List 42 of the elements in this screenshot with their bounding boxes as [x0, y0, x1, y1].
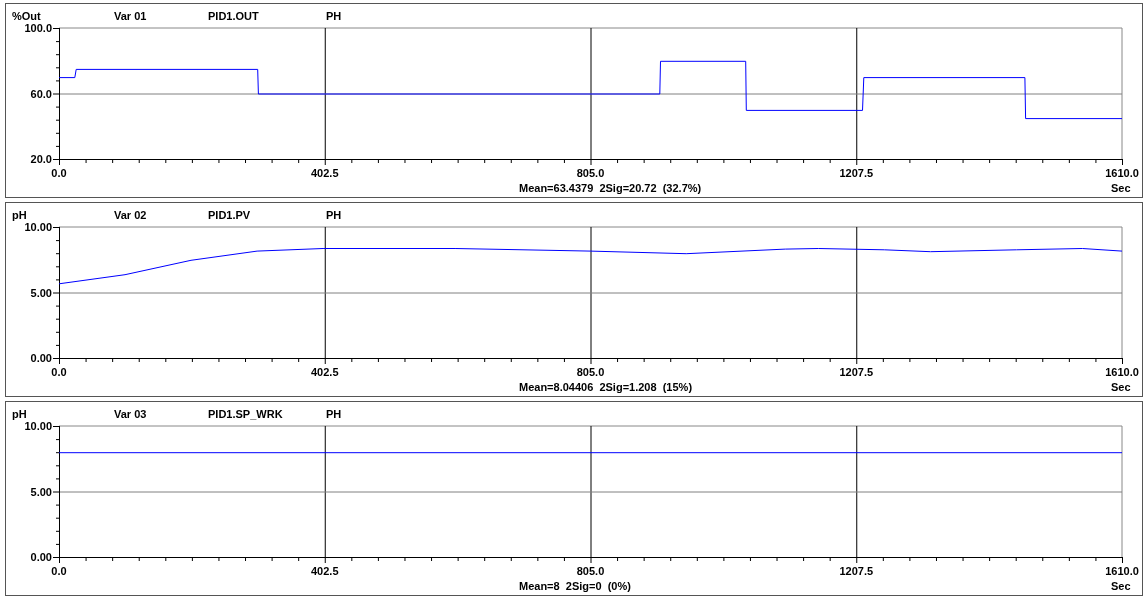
tick-label: 5.00: [30, 286, 52, 299]
tick-label: 402.5: [311, 565, 339, 577]
engineering-unit: PH: [326, 407, 342, 422]
tick-label: 0.00: [30, 551, 52, 563]
tick-label: 0.0: [51, 167, 67, 179]
tick-label: 805.0: [576, 167, 605, 179]
axis-unit: pH: [12, 407, 27, 422]
tick-label: 1610.0: [1105, 565, 1139, 577]
variable-label: Var 01: [114, 9, 147, 24]
tick-label: 60.0: [30, 87, 52, 100]
tick-label: 5.00: [30, 485, 52, 498]
axis-title: Sec: [1111, 380, 1131, 395]
engineering-unit: PH: [326, 208, 342, 223]
tag-name: PID1.SP_WRK: [208, 407, 283, 422]
tick-label: 0.0: [51, 366, 67, 378]
tick-label: 402.5: [311, 366, 339, 378]
variable-label: Var 03: [114, 407, 147, 422]
tick-label: 1610.0: [1105, 366, 1139, 378]
axis-unit: pH: [12, 208, 27, 223]
tick-label: 1610.0: [1105, 167, 1139, 179]
tick-label: 0.0: [51, 565, 67, 577]
statistics-text: Mean=8 2Sig=0 (0%): [519, 579, 631, 594]
tag-name: PID1.OUT: [208, 9, 259, 24]
tick-label: 1207.5: [839, 167, 874, 179]
tick-label: 1207.5: [839, 366, 874, 378]
variable-label: Var 02: [114, 208, 147, 223]
tick-label: 10.00: [24, 422, 52, 432]
tick-label: 402.5: [311, 167, 339, 179]
tick-label: 805.0: [576, 565, 605, 577]
axis-title: Sec: [1111, 181, 1131, 196]
statistics-text: Mean=63.4379 2Sig=20.72 (32.7%): [519, 181, 702, 196]
axis-unit: %Out: [12, 9, 41, 24]
axis-title: Sec: [1111, 579, 1131, 594]
tick-label: 100.0: [24, 24, 52, 34]
engineering-unit: PH: [326, 9, 342, 24]
tag-name: PID1.PV: [208, 208, 251, 223]
tick-label: 1207.5: [839, 565, 874, 577]
tick-label: 0.00: [30, 352, 52, 364]
statistics-text: Mean=8.04406 2Sig=1.208 (15%): [519, 380, 693, 395]
tick-label: 10.00: [24, 223, 52, 233]
tick-label: 20.0: [30, 153, 52, 165]
tick-label: 805.0: [576, 366, 605, 378]
